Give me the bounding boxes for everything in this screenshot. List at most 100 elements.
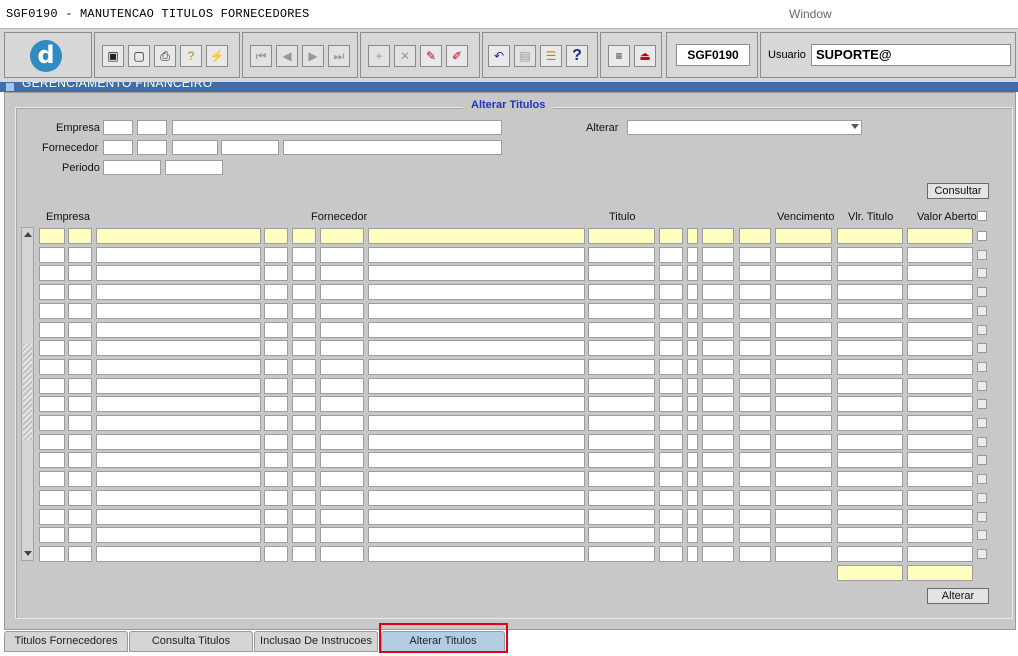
table-cell[interactable] bbox=[702, 284, 734, 300]
row-checkbox[interactable] bbox=[977, 268, 987, 278]
table-cell[interactable] bbox=[96, 303, 261, 319]
list-of-values-icon[interactable]: ☰ bbox=[540, 45, 562, 67]
table-cell[interactable] bbox=[368, 228, 585, 244]
table-cell[interactable] bbox=[739, 228, 771, 244]
table-cell[interactable] bbox=[659, 434, 683, 450]
table-cell[interactable] bbox=[96, 396, 261, 412]
table-cell[interactable] bbox=[775, 340, 832, 356]
table-cell[interactable] bbox=[687, 434, 698, 450]
table-cell[interactable] bbox=[687, 303, 698, 319]
table-cell[interactable] bbox=[659, 340, 683, 356]
exit-icon[interactable]: ⏏ bbox=[634, 45, 656, 67]
help-icon[interactable]: ? bbox=[566, 45, 588, 67]
table-cell[interactable] bbox=[837, 303, 903, 319]
table-cell[interactable] bbox=[702, 452, 734, 468]
table-cell[interactable] bbox=[739, 303, 771, 319]
execute-query-icon[interactable]: ⚡ bbox=[206, 45, 228, 67]
row-checkbox[interactable] bbox=[977, 287, 987, 297]
table-cell[interactable] bbox=[264, 303, 288, 319]
table-cell[interactable] bbox=[68, 247, 92, 263]
table-cell[interactable] bbox=[775, 247, 832, 263]
table-cell[interactable] bbox=[588, 228, 655, 244]
table-cell[interactable] bbox=[837, 490, 903, 506]
table-cell[interactable] bbox=[702, 265, 734, 281]
table-cell[interactable] bbox=[320, 415, 364, 431]
table-cell[interactable] bbox=[588, 359, 655, 375]
table-cell[interactable] bbox=[368, 396, 585, 412]
table-cell[interactable] bbox=[292, 340, 316, 356]
table-cell[interactable] bbox=[837, 527, 903, 543]
table-cell[interactable] bbox=[739, 527, 771, 543]
table-cell[interactable] bbox=[907, 546, 973, 562]
table-cell[interactable] bbox=[907, 303, 973, 319]
table-cell[interactable] bbox=[588, 247, 655, 263]
table-cell[interactable] bbox=[39, 265, 65, 281]
table-cell[interactable] bbox=[739, 340, 771, 356]
table-cell[interactable] bbox=[702, 247, 734, 263]
table-cell[interactable] bbox=[739, 247, 771, 263]
table-cell[interactable] bbox=[739, 490, 771, 506]
table-cell[interactable] bbox=[775, 527, 832, 543]
table-cell[interactable] bbox=[588, 490, 655, 506]
table-cell[interactable] bbox=[264, 546, 288, 562]
tab-titulos-fornecedores[interactable]: Titulos Fornecedores bbox=[4, 631, 128, 652]
empresa-field-2[interactable] bbox=[137, 120, 167, 135]
table-cell[interactable] bbox=[320, 247, 364, 263]
table-cell[interactable] bbox=[659, 452, 683, 468]
table-cell[interactable] bbox=[659, 228, 683, 244]
table-cell[interactable] bbox=[68, 546, 92, 562]
table-cell[interactable] bbox=[837, 415, 903, 431]
table-cell[interactable] bbox=[588, 284, 655, 300]
select-all-checkbox[interactable] bbox=[977, 211, 987, 221]
table-cell[interactable] bbox=[837, 247, 903, 263]
table-cell[interactable] bbox=[96, 378, 261, 394]
table-cell[interactable] bbox=[264, 378, 288, 394]
table-cell[interactable] bbox=[837, 228, 903, 244]
table-cell[interactable] bbox=[96, 546, 261, 562]
table-cell[interactable] bbox=[96, 359, 261, 375]
table-cell[interactable] bbox=[320, 490, 364, 506]
table-cell[interactable] bbox=[775, 434, 832, 450]
row-checkbox[interactable] bbox=[977, 306, 987, 316]
table-cell[interactable] bbox=[68, 509, 92, 525]
table-cell[interactable] bbox=[588, 471, 655, 487]
table-cell[interactable] bbox=[837, 359, 903, 375]
table-cell[interactable] bbox=[368, 546, 585, 562]
table-cell[interactable] bbox=[292, 228, 316, 244]
table-cell[interactable] bbox=[702, 396, 734, 412]
edit-record-icon[interactable]: ✎ bbox=[420, 45, 442, 67]
table-cell[interactable] bbox=[687, 415, 698, 431]
row-checkbox[interactable] bbox=[977, 362, 987, 372]
table-cell[interactable] bbox=[702, 322, 734, 338]
table-cell[interactable] bbox=[368, 265, 585, 281]
consultar-button[interactable]: Consultar bbox=[927, 183, 989, 199]
scroll-down-icon[interactable] bbox=[24, 551, 32, 556]
scroll-grip[interactable] bbox=[23, 344, 32, 440]
table-cell[interactable] bbox=[775, 284, 832, 300]
table-cell[interactable] bbox=[368, 322, 585, 338]
table-cell[interactable] bbox=[588, 527, 655, 543]
table-cell[interactable] bbox=[96, 434, 261, 450]
row-checkbox[interactable] bbox=[977, 231, 987, 241]
table-cell[interactable] bbox=[687, 228, 698, 244]
table-cell[interactable] bbox=[96, 228, 261, 244]
table-cell[interactable] bbox=[687, 322, 698, 338]
table-cell[interactable] bbox=[68, 434, 92, 450]
clear-icon[interactable]: ✐ bbox=[446, 45, 468, 67]
table-cell[interactable] bbox=[739, 546, 771, 562]
table-cell[interactable] bbox=[907, 509, 973, 525]
table-cell[interactable] bbox=[739, 471, 771, 487]
table-cell[interactable] bbox=[588, 265, 655, 281]
table-cell[interactable] bbox=[320, 509, 364, 525]
table-cell[interactable] bbox=[292, 359, 316, 375]
table-cell[interactable] bbox=[39, 434, 65, 450]
undo-icon[interactable]: ↶ bbox=[488, 45, 510, 67]
grid-scrollbar[interactable] bbox=[21, 227, 34, 561]
query-icon[interactable]: ? bbox=[180, 45, 202, 67]
table-cell[interactable] bbox=[659, 303, 683, 319]
table-cell[interactable] bbox=[320, 284, 364, 300]
table-cell[interactable] bbox=[659, 415, 683, 431]
table-cell[interactable] bbox=[739, 396, 771, 412]
table-cell[interactable] bbox=[739, 452, 771, 468]
table-cell[interactable] bbox=[775, 452, 832, 468]
